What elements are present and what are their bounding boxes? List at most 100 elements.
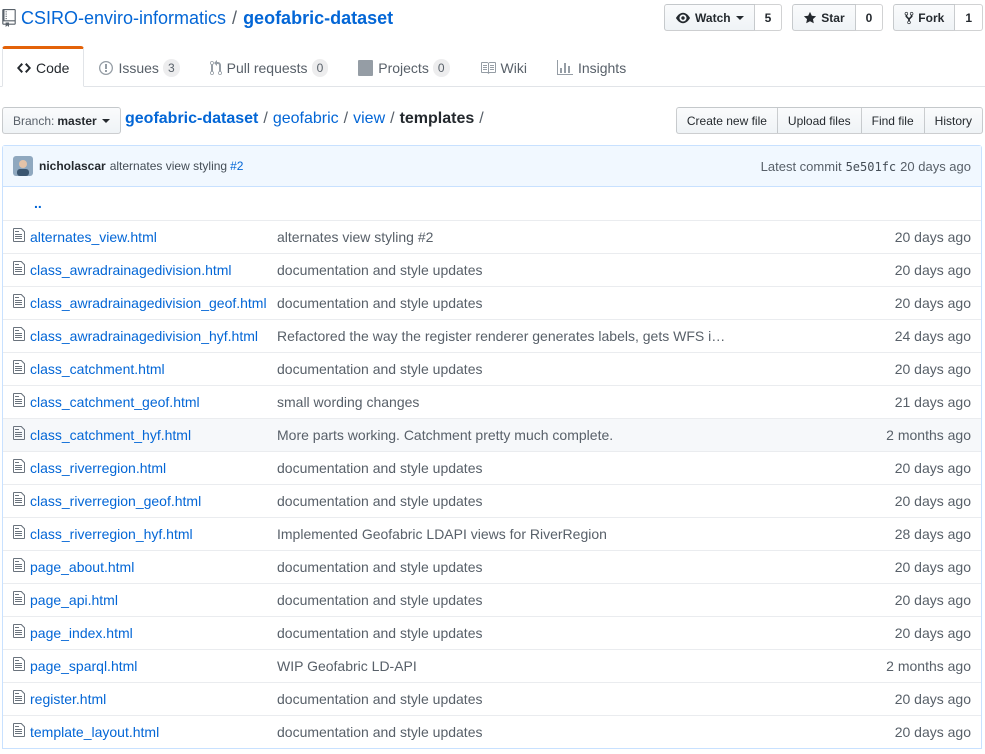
repo-name-link[interactable]: geofabric-dataset	[243, 8, 393, 29]
file-name-link[interactable]: register.html	[30, 691, 106, 707]
file-list: nicholascar alternates view styling #2 La…	[2, 145, 982, 749]
file-age: 20 days ago	[894, 360, 971, 377]
table-row: page_about.html documentation and style …	[3, 549, 981, 583]
tab-pull-requests[interactable]: Pull requests 0	[195, 46, 344, 87]
file-name-link[interactable]: page_about.html	[30, 559, 134, 575]
watch-count[interactable]: 5	[754, 4, 783, 31]
repo-owner-link[interactable]: CSIRO-enviro-informatics	[21, 8, 226, 29]
file-age: 20 days ago	[894, 459, 971, 476]
file-commit-message-link[interactable]: documentation and style updates	[277, 625, 482, 641]
file-icon	[13, 591, 25, 605]
file-commit-message-link[interactable]: documentation and style updates	[277, 691, 482, 707]
file-commit-message-link[interactable]: documentation and style updates	[277, 724, 482, 740]
eye-icon	[676, 12, 691, 23]
history-button[interactable]: History	[923, 107, 983, 134]
file-name-link[interactable]: class_catchment.html	[30, 361, 165, 377]
table-row: class_riverregion.html documentation and…	[3, 450, 981, 484]
tab-projects[interactable]: Projects 0	[343, 46, 464, 87]
file-name-link[interactable]: page_sparql.html	[30, 658, 137, 674]
branch-name: master	[57, 113, 97, 128]
commit-author-link[interactable]: nicholascar	[39, 159, 106, 173]
file-name-link[interactable]: page_index.html	[30, 625, 133, 641]
commit-age: 20 days ago	[900, 158, 971, 174]
file-icon	[13, 294, 25, 308]
file-icon	[13, 426, 25, 440]
file-name-link[interactable]: class_catchment_hyf.html	[30, 427, 191, 443]
file-name-link[interactable]: alternates_view.html	[30, 229, 157, 245]
latest-commit-label: Latest commit	[760, 158, 842, 174]
issues-counter: 3	[162, 58, 180, 77]
star-group: Star 0	[792, 4, 884, 31]
file-name-link[interactable]: page_api.html	[30, 592, 118, 608]
fork-button[interactable]: Fork	[893, 4, 956, 31]
file-age: 2 months ago	[886, 657, 971, 674]
find-file-button[interactable]: Find file	[860, 107, 925, 134]
file-age: 20 days ago	[894, 624, 971, 641]
file-icon	[13, 228, 25, 242]
table-row: class_catchment.html documentation and s…	[3, 351, 981, 385]
watch-button[interactable]: Watch	[664, 4, 755, 31]
file-name-link[interactable]: class_riverregion_hyf.html	[30, 526, 193, 542]
commit-sha-link[interactable]: 5e501fc	[846, 160, 897, 174]
file-age: 2 months ago	[886, 426, 971, 443]
book-icon	[480, 61, 496, 74]
breadcrumb-root[interactable]: geofabric-dataset	[125, 110, 258, 128]
file-commit-message-link[interactable]: documentation and style updates	[277, 262, 482, 278]
file-commit-message-link[interactable]: WIP Geofabric LD-API	[277, 658, 417, 674]
breadcrumb-view[interactable]: view	[353, 110, 385, 128]
file-age: 28 days ago	[894, 525, 971, 542]
tab-insights[interactable]: Insights	[542, 46, 641, 87]
file-age: 20 days ago	[894, 492, 971, 509]
file-commit-message-link[interactable]: Refactored the way the register renderer…	[277, 328, 725, 344]
file-name-link[interactable]: template_layout.html	[30, 724, 159, 740]
file-name-link[interactable]: class_awradrainagedivision_geof.html	[30, 295, 267, 311]
file-icon	[13, 657, 25, 671]
create-new-file-button[interactable]: Create new file	[675, 107, 778, 134]
file-commit-message-link[interactable]: alternates view styling #2	[277, 229, 433, 245]
file-commit-message-link[interactable]: small wording changes	[277, 394, 419, 410]
star-count[interactable]: 0	[855, 4, 884, 31]
table-row: class_riverregion_hyf.html Implemented G…	[3, 516, 981, 550]
star-button[interactable]: Star	[792, 4, 856, 31]
file-name-link[interactable]: class_catchment_geof.html	[30, 394, 200, 410]
project-icon	[358, 59, 374, 76]
repo-icon	[2, 9, 16, 27]
pull-request-icon	[209, 59, 222, 75]
table-row: class_riverregion_geof.html documentatio…	[3, 483, 981, 517]
branch-select-button[interactable]: Branch: master	[2, 107, 121, 134]
breadcrumb-geofabric[interactable]: geofabric	[273, 110, 339, 128]
tab-pulls-label: Pull requests	[226, 59, 308, 76]
table-row: page_sparql.html WIP Geofabric LD-API 2 …	[3, 648, 981, 682]
file-icon	[13, 459, 25, 473]
file-name-link[interactable]: class_awradrainagedivision.html	[30, 262, 232, 278]
file-commit-message-link[interactable]: documentation and style updates	[277, 493, 482, 509]
table-row: page_index.html documentation and style …	[3, 615, 981, 649]
star-label: Star	[821, 10, 845, 25]
file-commit-message-link[interactable]: documentation and style updates	[277, 295, 482, 311]
breadcrumb: geofabric-dataset / geofabric / view / t…	[125, 110, 489, 128]
commit-issue-link[interactable]: #2	[230, 159, 243, 173]
file-name-link[interactable]: class_riverregion_geof.html	[30, 493, 201, 509]
file-commit-message-link[interactable]: documentation and style updates	[277, 559, 482, 575]
file-commit-message-link[interactable]: documentation and style updates	[277, 460, 482, 476]
up-tree-link[interactable]: ..	[30, 195, 42, 211]
file-actions: Create new file Upload files Find file H…	[675, 107, 983, 134]
fork-count[interactable]: 1	[955, 4, 983, 31]
avatar[interactable]	[13, 156, 33, 176]
pulls-counter: 0	[311, 58, 329, 77]
file-commit-message-link[interactable]: Implemented Geofabric LDAPI views for Ri…	[277, 526, 607, 542]
file-name-link[interactable]: class_riverregion.html	[30, 460, 166, 476]
branch-prefix: Branch:	[13, 113, 55, 128]
upload-files-button[interactable]: Upload files	[776, 107, 862, 134]
tab-issues[interactable]: Issues 3	[84, 46, 194, 87]
tab-code-label: Code	[36, 59, 70, 76]
tab-wiki[interactable]: Wiki	[465, 46, 542, 87]
file-age: 24 days ago	[894, 327, 971, 344]
file-commit-message-link[interactable]: documentation and style updates	[277, 361, 482, 377]
file-name-link[interactable]: class_awradrainagedivision_hyf.html	[30, 328, 258, 344]
tab-code[interactable]: Code	[2, 46, 85, 87]
breadcrumb-separator: /	[479, 110, 484, 127]
commit-tease: nicholascar alternates view styling #2 La…	[3, 146, 981, 187]
file-commit-message-link[interactable]: More parts working. Catchment pretty muc…	[277, 427, 613, 443]
file-commit-message-link[interactable]: documentation and style updates	[277, 592, 482, 608]
